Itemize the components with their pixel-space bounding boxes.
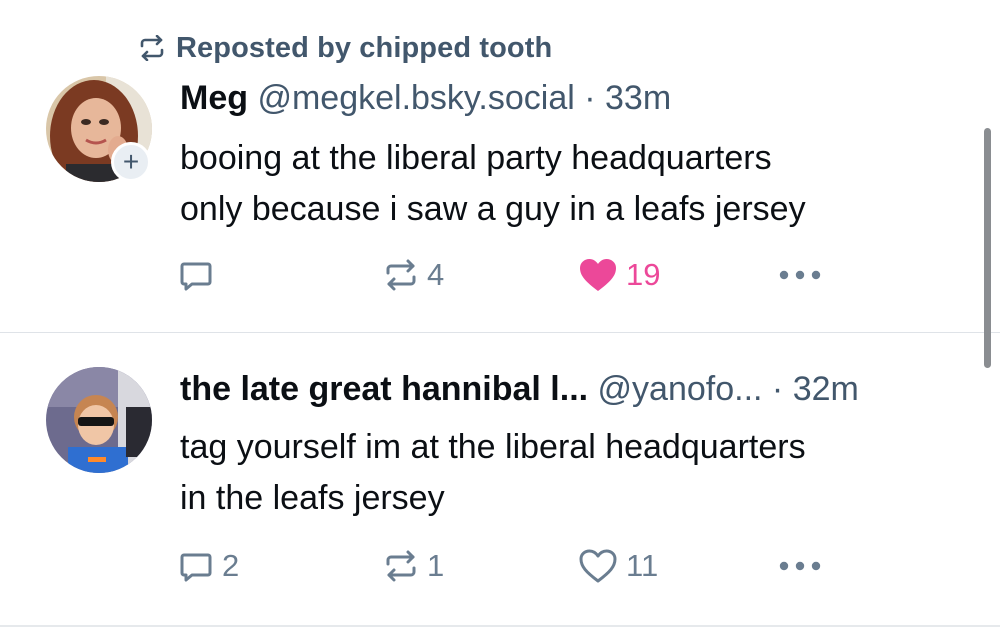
scrollbar[interactable]: [984, 128, 991, 368]
meta-separator: ·: [574, 79, 605, 117]
repost-count: 4: [427, 257, 445, 292]
repost-button[interactable]: 1: [383, 546, 444, 586]
post-text-line: only because i saw a guy in a leafs jers…: [180, 190, 806, 228]
post-time[interactable]: 33m: [605, 79, 671, 117]
author-handle[interactable]: @yanofo...: [598, 370, 763, 408]
post-header: Meg @megkel.bsky.social · 33m: [180, 78, 671, 118]
post-item[interactable]: Reposted by chipped tooth + Meg @megkel.…: [0, 0, 1000, 333]
ellipsis-icon: [779, 270, 821, 280]
repost-icon: [386, 550, 416, 582]
follow-button[interactable]: +: [111, 142, 151, 182]
post-text: tag yourself im at the liberal headquart…: [180, 422, 806, 524]
post-text: booing at the liberal party headquarters…: [180, 133, 806, 235]
ellipsis-icon: [779, 561, 821, 571]
like-button[interactable]: 19: [578, 255, 660, 295]
post-actions: 2 1 11: [178, 546, 838, 586]
avatar[interactable]: [46, 367, 152, 473]
reply-button[interactable]: 2: [178, 546, 239, 586]
repost-count: 1: [427, 548, 445, 583]
more-options-button[interactable]: [778, 255, 822, 295]
meta-separator: ·: [762, 370, 793, 408]
reply-icon: [180, 553, 212, 582]
reply-icon: [180, 262, 212, 291]
post-actions: 4 19: [178, 255, 838, 295]
like-count: 11: [626, 548, 659, 583]
heart-filled-icon: [580, 259, 616, 291]
post-text-line: booing at the liberal party headquarters: [180, 139, 772, 177]
post-header: the late great hannibal l... @yanofo... …: [180, 369, 859, 409]
heart-outline-icon: [579, 549, 617, 583]
repost-banner-text: Reposted by chipped tooth: [176, 31, 553, 64]
post-text-line: in the leafs jersey: [180, 479, 445, 517]
post-time[interactable]: 32m: [793, 370, 859, 408]
repost-icon: [140, 35, 164, 61]
feed: Reposted by chipped tooth + Meg @megkel.…: [0, 0, 1000, 630]
like-button[interactable]: 11: [578, 546, 658, 586]
author-name[interactable]: the late great hannibal l...: [180, 370, 588, 408]
more-options-button[interactable]: [778, 546, 822, 586]
author-name[interactable]: Meg: [180, 79, 248, 117]
repost-button[interactable]: 4: [383, 255, 444, 295]
post-text-line: tag yourself im at the liberal headquart…: [180, 428, 806, 466]
plus-icon: +: [122, 146, 140, 177]
reply-button[interactable]: [178, 255, 222, 295]
like-count: 19: [626, 257, 661, 292]
repost-icon: [386, 259, 416, 291]
post-divider: [0, 625, 1000, 627]
reply-count: 2: [222, 548, 240, 583]
repost-banner[interactable]: Reposted by chipped tooth: [138, 30, 552, 66]
author-handle[interactable]: @megkel.bsky.social: [257, 79, 574, 117]
